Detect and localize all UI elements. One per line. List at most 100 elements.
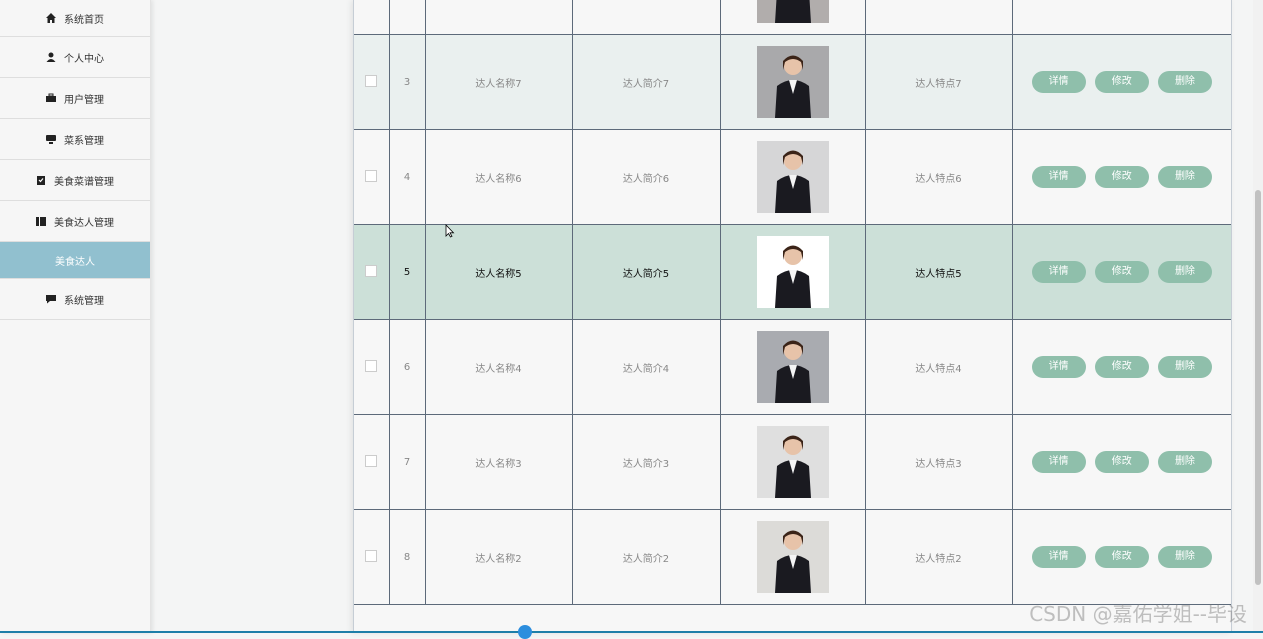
actions-cell [1012,0,1231,35]
expert-intro: 达人简介5 [572,224,721,320]
detail-button[interactable]: 详情 [1031,71,1086,93]
expert-name: 达人名称4 [425,319,573,415]
photo-cell [720,34,866,130]
row-checkbox[interactable] [365,264,378,277]
expert-photo [756,141,829,213]
row-select-cell [354,0,390,35]
detail-button[interactable]: 详情 [1031,166,1086,188]
delete-button[interactable]: 删除 [1157,356,1212,378]
expert-feature: 达人特点6 [865,129,1013,225]
expert-feature: 达人特点3 [865,414,1013,510]
photo-cell [720,509,866,605]
expert-feature: 达人特点5 [865,224,1013,320]
detail-button[interactable]: 详情 [1031,451,1086,473]
sidebar-item-label: 美食达人 [55,256,95,268]
actions-cell: 详情 修改 删除 [1012,224,1231,320]
row-select-cell [354,129,390,225]
table-row[interactable]: 3 达人名称7 达人简介7 达人特点7 详情 修改 删除 [354,34,1231,130]
mouse-cursor-icon [445,223,455,242]
scrollbar[interactable] [1253,0,1263,633]
expert-intro: 达人简介7 [572,34,721,130]
expert-name: 达人名称2 [425,509,573,605]
edit-button[interactable]: 修改 [1094,71,1149,93]
sidebar-item-profile[interactable]: 个人中心 [0,37,150,78]
sidebar-item-label: 个人中心 [64,53,104,65]
table-row[interactable]: 8 达人名称2 达人简介2 达人特点2 详情 修改 删除 [354,509,1231,605]
expert-feature [865,0,1013,35]
table-row[interactable]: 7 达人名称3 达人简介3 达人特点3 详情 修改 删除 [354,414,1231,510]
expert-photo [756,521,829,593]
expert-intro: 达人简介6 [572,129,721,225]
user-icon [46,52,56,62]
row-select-cell [354,509,390,605]
row-checkbox[interactable] [365,169,378,182]
expert-photo [756,426,829,498]
expert-feature: 达人特点7 [865,34,1013,130]
row-checkbox[interactable] [365,454,378,467]
sidebar-item-label: 系统首页 [64,14,104,26]
sidebar-item-cuisine[interactable]: 菜系管理 [0,119,150,160]
edit-button[interactable]: 修改 [1094,166,1149,188]
sidebar-item-recipes[interactable]: 美食菜谱管理 [0,160,150,201]
expert-name: 达人名称3 [425,414,573,510]
row-checkbox[interactable] [365,549,378,562]
row-checkbox[interactable] [365,74,378,87]
expert-name: 达人名称6 [425,129,573,225]
delete-button[interactable]: 删除 [1157,71,1212,93]
expert-photo [756,236,829,308]
row-index [389,0,426,35]
table-row[interactable]: 5 达人名称5 达人简介5 达人特点5 详情 修改 删除 [354,224,1231,320]
row-index: 4 [389,129,426,225]
edit-button[interactable]: 修改 [1094,356,1149,378]
table-row[interactable]: 6 达人名称4 达人简介4 达人特点4 详情 修改 删除 [354,319,1231,415]
sidebar-item-system[interactable]: 系统管理 [0,279,150,320]
data-table-container: 3 达人名称7 达人简介7 达人特点7 详情 修改 删除 4 达人名称6 达人简… [353,0,1232,633]
edit-button[interactable]: 修改 [1094,261,1149,283]
row-checkbox[interactable] [365,359,378,372]
expert-photo [756,46,829,118]
delete-button[interactable]: 删除 [1157,166,1212,188]
edit-button[interactable]: 修改 [1094,451,1149,473]
detail-button[interactable]: 详情 [1031,546,1086,568]
table-row[interactable] [354,0,1231,35]
expert-intro: 达人简介3 [572,414,721,510]
briefcase-icon [46,93,56,103]
sidebar-item-label: 系统管理 [64,295,104,307]
clipboard-icon [36,175,46,185]
row-index: 7 [389,414,426,510]
sidebar-item-users[interactable]: 用户管理 [0,78,150,119]
scrollbar-thumb[interactable] [1255,190,1261,585]
actions-cell: 详情 修改 删除 [1012,414,1231,510]
sidebar-item-experts-admin[interactable]: 美食达人管理 [0,201,150,242]
row-index: 3 [389,34,426,130]
detail-button[interactable]: 详情 [1031,356,1086,378]
actions-cell: 详情 修改 删除 [1012,509,1231,605]
expert-name [425,0,573,35]
photo-cell [720,0,866,35]
sidebar-item-label: 美食达人管理 [54,217,114,229]
expert-photo [756,0,829,23]
expert-feature: 达人特点4 [865,319,1013,415]
sidebar-item-experts[interactable]: 美食达人 [0,242,150,279]
table-row[interactable]: 4 达人名称6 达人简介6 达人特点6 详情 修改 删除 [354,129,1231,225]
detail-button[interactable]: 详情 [1031,261,1086,283]
home-icon [46,13,56,23]
row-index: 8 [389,509,426,605]
row-select-cell [354,414,390,510]
expert-photo [756,331,829,403]
tray-icon [46,134,56,144]
edit-button[interactable]: 修改 [1094,546,1149,568]
expert-intro [572,0,721,35]
watermark: CSDN @嘉佑学姐--毕设 [1029,602,1247,626]
delete-button[interactable]: 删除 [1157,546,1212,568]
row-index: 6 [389,319,426,415]
delete-button[interactable]: 删除 [1157,261,1212,283]
scroll-indicator-dot [518,625,532,639]
book-icon [36,216,46,226]
sidebar-item-home[interactable]: 系统首页 [0,0,150,37]
delete-button[interactable]: 删除 [1157,451,1212,473]
actions-cell: 详情 修改 删除 [1012,129,1231,225]
sidebar-item-label: 用户管理 [64,94,104,106]
actions-cell: 详情 修改 删除 [1012,319,1231,415]
row-index: 5 [389,224,426,320]
